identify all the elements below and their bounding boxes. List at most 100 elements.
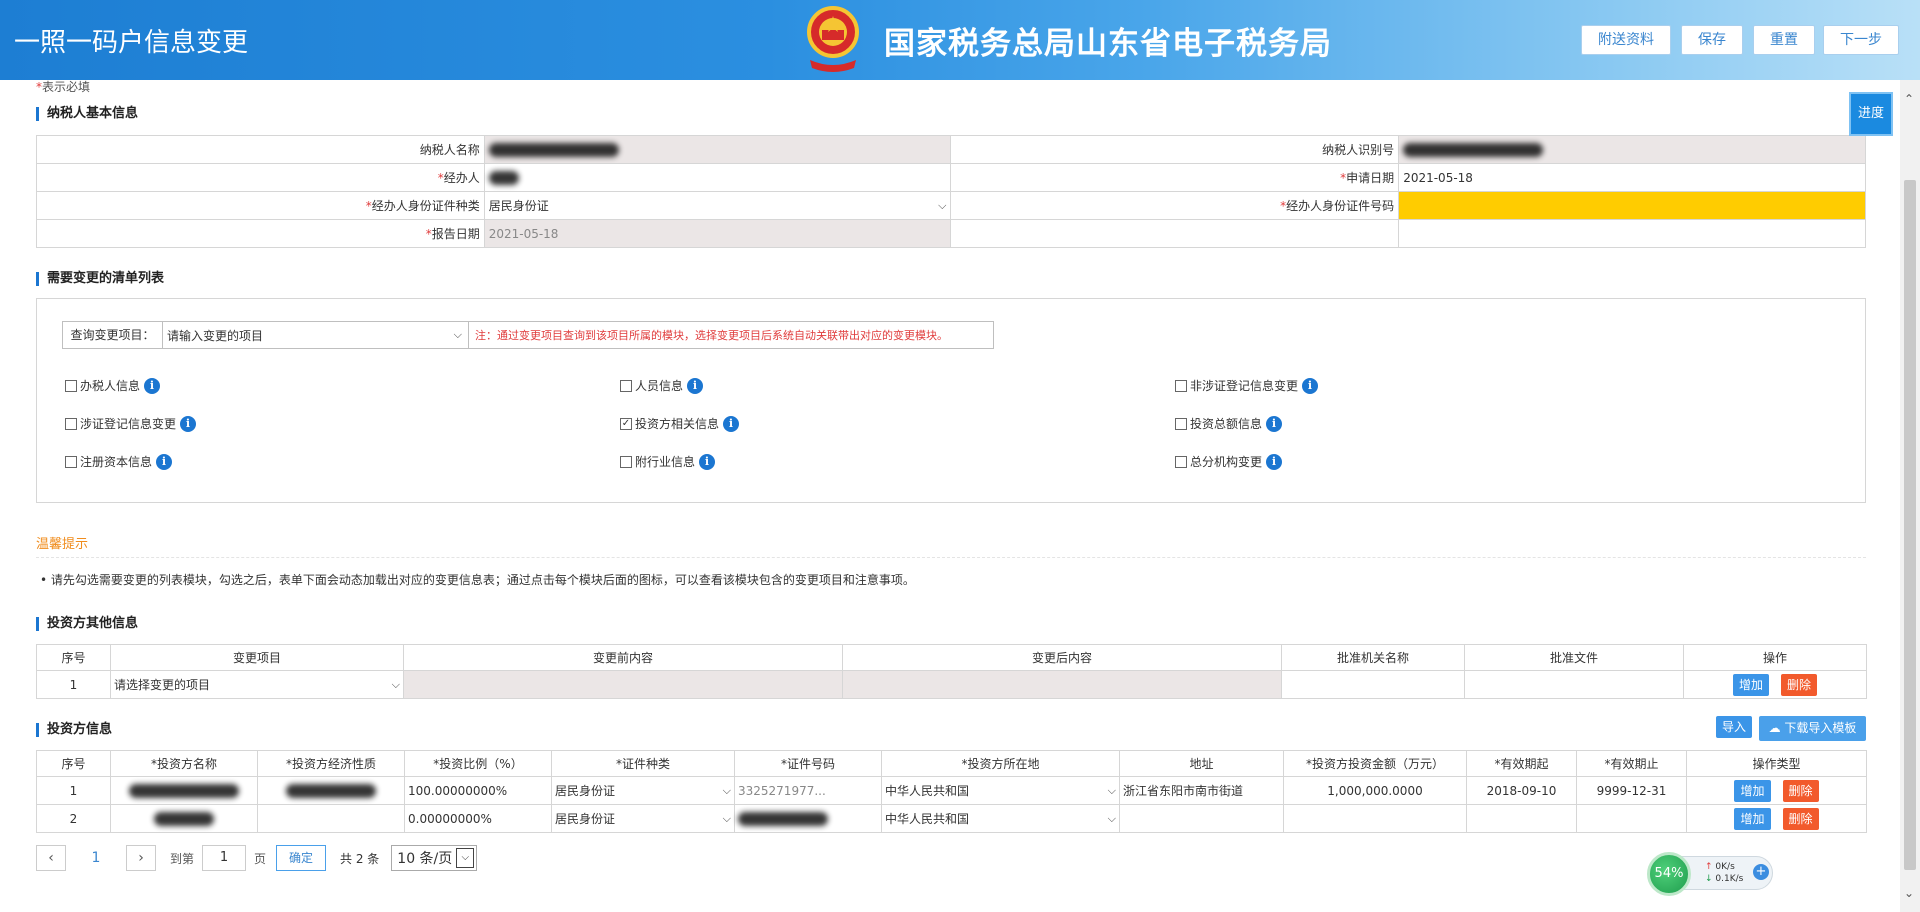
checkbox-item-branch-change[interactable]: 总分机构变更 i: [1175, 453, 1283, 470]
address[interactable]: 浙江省东阳市南市街道: [1119, 776, 1284, 805]
network-speed-widget[interactable]: 54% ↑ 0K/s ↓ 0.1K/s +: [1647, 852, 1773, 896]
taxpayer-name-label: 纳税人名称: [36, 135, 485, 164]
column-header: *投资比例（%）: [404, 750, 552, 777]
investment-ratio[interactable]: 0.00000000%: [404, 804, 552, 833]
download-template-button[interactable]: ☁ 下载导入模板: [1759, 716, 1866, 741]
checkbox[interactable]: [65, 455, 77, 468]
section-title-change-list: 需要变更的清单列表: [36, 272, 164, 286]
scroll-up-icon[interactable]: ⌃: [1904, 92, 1914, 106]
next-page-button[interactable]: ›: [126, 845, 156, 871]
address[interactable]: [1119, 804, 1284, 833]
checkbox[interactable]: [620, 455, 632, 468]
chevron-down-icon: ⌵: [453, 328, 462, 341]
reset-button[interactable]: 重置: [1753, 25, 1815, 55]
id-number[interactable]: [734, 804, 882, 833]
investor-nature[interactable]: [257, 804, 405, 833]
column-header: 序号: [36, 644, 111, 671]
after-content: [842, 670, 1282, 699]
column-header: 批准文件: [1464, 644, 1684, 671]
info-icon[interactable]: i: [156, 453, 173, 470]
id-type-select[interactable]: 居民身份证 ⌵: [551, 776, 735, 805]
checkbox[interactable]: [65, 417, 77, 430]
scroll-down-icon[interactable]: ⌄: [1904, 886, 1914, 900]
row-actions: 增加 删除: [1686, 776, 1867, 805]
investment-amount[interactable]: [1283, 804, 1467, 833]
checkbox-item-tax-handler[interactable]: 办税人信息 i: [65, 377, 161, 394]
checkbox-item-personnel[interactable]: 人员信息 i: [620, 377, 704, 394]
handler-input[interactable]: [483, 163, 952, 192]
checkbox-item-cert-change[interactable]: 涉证登记信息变更 i: [65, 415, 197, 432]
goto-page-input[interactable]: 1: [202, 845, 247, 871]
tips-title: 温馨提示: [36, 537, 89, 552]
current-page[interactable]: 1: [66, 850, 126, 866]
info-icon[interactable]: i: [144, 377, 161, 394]
row-seq: 1: [36, 776, 111, 805]
id-number[interactable]: 3325271977...: [734, 776, 882, 805]
investor-location-select[interactable]: 中华人民共和国 ⌵: [881, 804, 1120, 833]
investor-name[interactable]: [110, 804, 258, 833]
checkbox[interactable]: [620, 379, 632, 392]
id-type-select[interactable]: 居民身份证 ⌵: [483, 191, 952, 220]
valid-to[interactable]: [1576, 804, 1687, 833]
prev-page-button[interactable]: ‹: [36, 845, 66, 871]
delete-button[interactable]: 删除: [1781, 673, 1818, 696]
id-number-input[interactable]: [1398, 191, 1866, 220]
info-icon[interactable]: i: [1266, 415, 1283, 432]
valid-from[interactable]: [1466, 804, 1577, 833]
table-row: 1 请选择变更的项目 ⌵ 增加 删除: [36, 670, 1867, 699]
checkbox-item-total-investment[interactable]: 投资总额信息 i: [1175, 415, 1283, 432]
next-button[interactable]: 下一步: [1823, 25, 1899, 55]
import-button[interactable]: 导入: [1716, 716, 1752, 738]
progress-button[interactable]: 进度: [1849, 92, 1893, 136]
change-item-select[interactable]: 请选择变更的项目 ⌵: [110, 670, 404, 699]
investment-ratio[interactable]: 100.00000000%: [404, 776, 552, 805]
column-header: *有效期起: [1466, 750, 1577, 777]
add-button[interactable]: 增加: [1734, 779, 1771, 802]
checkbox[interactable]: [1175, 417, 1187, 430]
add-button[interactable]: 增加: [1732, 673, 1769, 696]
checkbox[interactable]: [1175, 455, 1187, 468]
investor-location-select[interactable]: 中华人民共和国 ⌵: [881, 776, 1120, 805]
divider: [36, 557, 1866, 558]
info-icon[interactable]: i: [723, 415, 740, 432]
delete-button[interactable]: 删除: [1782, 807, 1819, 830]
id-type-select[interactable]: 居民身份证 ⌵: [551, 804, 735, 833]
info-icon[interactable]: i: [180, 415, 197, 432]
approval-doc-input[interactable]: [1464, 670, 1684, 699]
investor-name[interactable]: [110, 776, 258, 805]
confirm-button[interactable]: 确定: [276, 845, 327, 871]
info-icon[interactable]: i: [687, 377, 704, 394]
checkbox-item-investor[interactable]: ✓ 投资方相关信息 i: [620, 415, 740, 432]
taxpayer-id-label: 纳税人识别号: [950, 135, 1400, 164]
id-type-label: *经办人身份证件种类: [36, 191, 485, 220]
plus-icon[interactable]: +: [1753, 864, 1769, 880]
download-speed: ↓ 0.1K/s: [1705, 874, 1744, 884]
page-size-select[interactable]: 10 条/页 ⌵: [391, 845, 478, 871]
info-icon[interactable]: i: [1302, 377, 1319, 394]
column-header: 变更后内容: [842, 644, 1282, 671]
valid-from[interactable]: 2018-09-10: [1466, 776, 1577, 805]
checkbox[interactable]: [1175, 379, 1187, 392]
national-emblem-icon: [807, 6, 859, 72]
chevron-down-icon: ⌵: [1107, 783, 1116, 797]
checkbox-checked[interactable]: ✓: [620, 417, 632, 430]
investor-nature[interactable]: [257, 776, 405, 805]
valid-to[interactable]: 9999-12-31: [1576, 776, 1687, 805]
attach-button[interactable]: 附送资料: [1581, 25, 1671, 55]
checkbox-item-reg-capital[interactable]: 注册资本信息 i: [65, 453, 173, 470]
query-select[interactable]: 请输入变更的项目 ⌵: [163, 322, 469, 348]
checkbox-item-non-cert-change[interactable]: 非涉证登记信息变更 i: [1175, 377, 1319, 394]
checkbox[interactable]: [65, 379, 77, 392]
save-button[interactable]: 保存: [1681, 25, 1743, 55]
add-button[interactable]: 增加: [1734, 807, 1771, 830]
page-title: 一照一码户信息变更: [14, 28, 249, 58]
checkbox-item-sub-industry[interactable]: 附行业信息 i: [620, 453, 716, 470]
investment-amount[interactable]: 1,000,000.0000: [1283, 776, 1467, 805]
delete-button[interactable]: 删除: [1782, 779, 1819, 802]
scrollbar[interactable]: ⌃ ⌄: [1900, 80, 1920, 912]
approval-org-input[interactable]: [1281, 670, 1465, 699]
scroll-thumb[interactable]: [1904, 180, 1916, 870]
info-icon[interactable]: i: [1266, 453, 1283, 470]
info-icon[interactable]: i: [699, 453, 716, 470]
chevron-down-icon: ⌵: [391, 677, 400, 691]
